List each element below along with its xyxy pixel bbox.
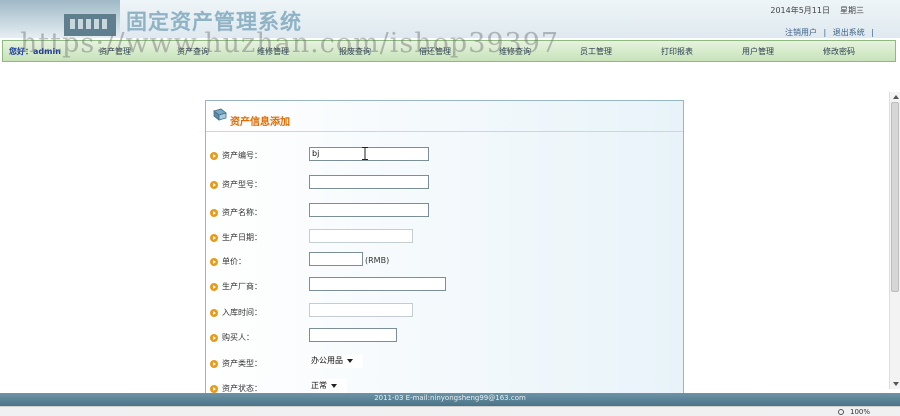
nav-asset-management[interactable]: 资产管理 [99, 46, 131, 57]
field-label: 资产名称： [210, 207, 262, 218]
nav-change-password[interactable]: 修改密码 [823, 46, 855, 57]
asset-number-input[interactable]: bj [309, 147, 429, 161]
production-date-input[interactable] [309, 229, 413, 243]
footer-text: 2011-03 E-mail:ninyongsheng99@163.com [374, 394, 526, 402]
current-date: 2014年5月11日 [770, 6, 830, 15]
storage-time-input[interactable] [309, 303, 413, 317]
current-weekday: 星期三 [840, 6, 864, 15]
arrow-bullet-icon [210, 257, 218, 266]
field-label: 入库时间： [210, 307, 262, 318]
arrow-bullet-icon [210, 208, 218, 217]
arrow-bullet-icon [210, 333, 218, 342]
building-icon [64, 14, 116, 36]
app-title: 固定资产管理系统 [126, 9, 302, 34]
nav-asset-query[interactable]: 资产查询 [177, 46, 209, 57]
manufacturer-input[interactable] [309, 277, 446, 291]
asset-name-input[interactable] [309, 203, 429, 217]
arrow-bullet-icon [210, 180, 218, 189]
nav-scrap-query[interactable]: 报废查询 [339, 46, 371, 57]
status-bar: 100% [0, 406, 900, 416]
field-label: 购买人： [210, 332, 254, 343]
arrow-bullet-icon [210, 308, 218, 317]
asset-form-panel: 资产信息添加 [205, 100, 684, 400]
nav-user-management[interactable]: 用户管理 [742, 46, 774, 57]
field-label: 资产型号： [210, 179, 262, 190]
asset-type-select[interactable]: 办公用品 [309, 354, 363, 368]
scroll-down-icon[interactable] [893, 382, 899, 386]
nav-repair-query[interactable]: 维修查询 [499, 46, 531, 57]
nav-print-report[interactable]: 打印报表 [661, 46, 693, 57]
welcome-text: 您好：admin [9, 47, 61, 56]
asset-model-input[interactable] [309, 175, 429, 189]
buyer-input[interactable] [309, 328, 397, 342]
scroll-thumb[interactable] [891, 102, 899, 292]
link-separator: | [871, 28, 874, 37]
asset-status-select[interactable]: 正常 [309, 379, 347, 393]
field-label: 资产类型： [210, 358, 262, 369]
book-icon [213, 108, 227, 121]
text-cursor-icon [362, 147, 368, 160]
field-label: 生产厂商： [210, 281, 262, 292]
exit-system-link[interactable]: 退出系统 [833, 28, 865, 37]
footer: 2011-03 E-mail:ninyongsheng99@163.com [0, 393, 900, 406]
logout-user-link[interactable]: 注销用户 [785, 28, 817, 37]
arrow-bullet-icon [210, 151, 218, 160]
nav-staff-management[interactable]: 员工管理 [580, 46, 612, 57]
field-label: 生产日期： [210, 232, 262, 243]
arrow-bullet-icon [210, 384, 218, 393]
form-title: 资产信息添加 [230, 117, 290, 128]
field-label: 单价： [210, 256, 246, 267]
logo [0, 0, 120, 38]
nav-repair-management[interactable]: 维修管理 [257, 46, 289, 57]
panel-header: 资产信息添加 [206, 101, 683, 132]
zoom-icon [838, 409, 844, 415]
chevron-down-icon [331, 383, 337, 388]
zoom-level[interactable]: 100% [850, 408, 870, 416]
arrow-bullet-icon [210, 359, 218, 368]
header: 固定资产管理系统 2014年5月11日 星期三 注销用户 | 退出系统 | [0, 0, 900, 38]
unit-price-input[interactable] [309, 252, 363, 266]
top-links: 注销用户 | 退出系统 | [781, 27, 874, 38]
link-separator: | [823, 28, 827, 37]
arrow-bullet-icon [210, 282, 218, 291]
main-nav: 您好：admin 资产管理 资产查询 维修管理 报废查询 借还管理 维修查询 员… [2, 40, 896, 62]
currency-suffix: (RMB) [365, 256, 390, 265]
field-label: 资产编号： [210, 150, 262, 161]
page-root: 固定资产管理系统 2014年5月11日 星期三 注销用户 | 退出系统 | 您好… [0, 0, 900, 416]
arrow-bullet-icon [210, 233, 218, 242]
chevron-down-icon [347, 358, 353, 363]
vertical-scrollbar[interactable] [889, 92, 900, 389]
scroll-up-icon[interactable] [893, 95, 899, 99]
nav-lend-return[interactable]: 借还管理 [419, 46, 451, 57]
